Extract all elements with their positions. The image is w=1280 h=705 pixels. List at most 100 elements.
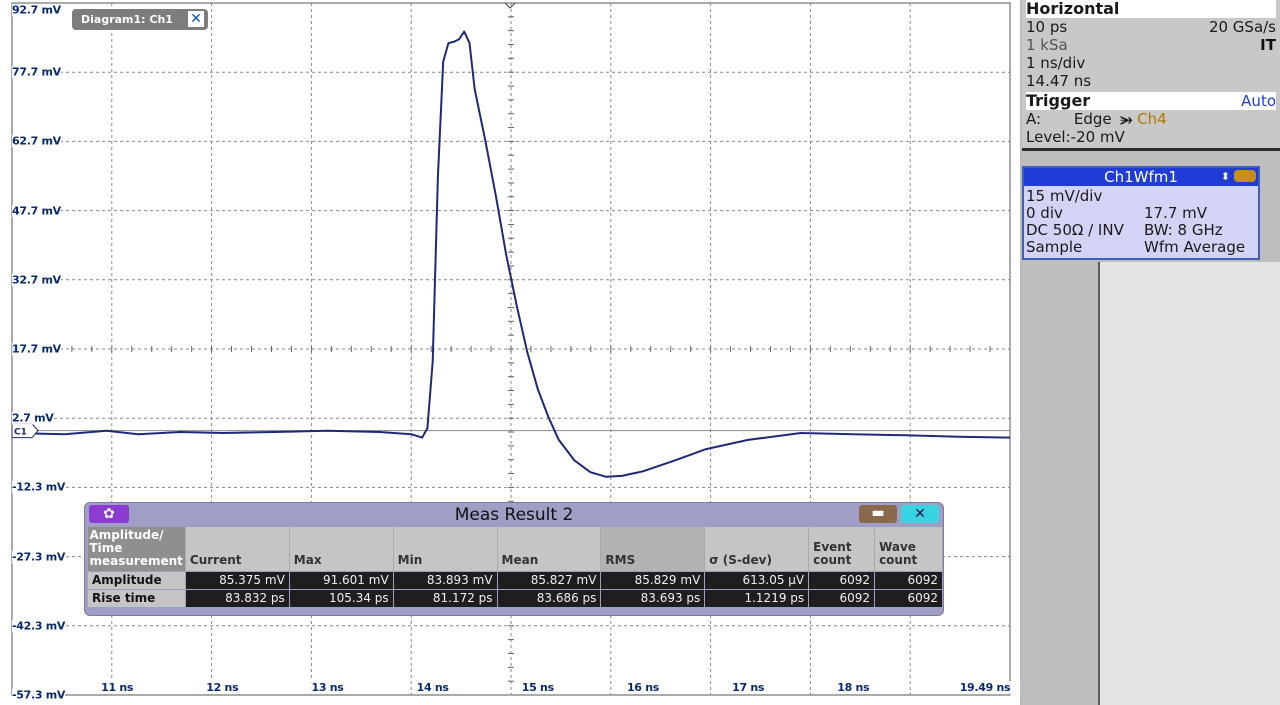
y-tick-label: -27.3 mV — [12, 550, 66, 564]
channel-scale: 15 mV/div — [1026, 187, 1103, 205]
meas-minimize-button[interactable]: ▬ — [859, 505, 897, 523]
trigger-type-row: A: Edge ⭃ Ch4 — [1026, 110, 1276, 128]
meas-cell: 6092 — [874, 588, 943, 608]
y-tick-label: 47.7 mV — [12, 204, 61, 218]
channel-offset: 17.7 mV — [1144, 204, 1208, 222]
x-tick-label: 11 ns — [101, 681, 134, 694]
meas-row-label: Amplitude — [87, 570, 186, 590]
meas-cell: 83.693 ps — [600, 588, 706, 608]
channel-ground-marker: C1 — [11, 423, 39, 439]
minimize-icon: ▬ — [871, 505, 885, 521]
x-tick-label: 16 ns — [626, 681, 659, 694]
meas-cell: 83.686 ps — [496, 588, 602, 608]
y-tick-label: -57.3 mV — [12, 688, 66, 702]
y-tick-label: -12.3 mV — [12, 480, 66, 494]
trigger-level-value: -20 mV — [1070, 128, 1125, 146]
meas-col-header: Mean — [497, 527, 602, 571]
record-length-value: 1 kSa — [1026, 36, 1068, 54]
panel-divider — [1098, 262, 1100, 705]
meas-cell: 85.827 mV — [496, 570, 602, 590]
diagram-tab-label: Diagram1: Ch1 — [81, 13, 173, 26]
trigger-level-row: Level:-20 mV — [1026, 128, 1276, 146]
horizontal-header: Horizontal — [1026, 0, 1276, 18]
y-tick-label: 62.7 mV — [12, 134, 61, 148]
meas-title: Meas Result 2 — [454, 505, 574, 525]
meas-titlebar[interactable]: ✿ Meas Result 2 ▬ ✕ — [85, 503, 943, 527]
channel-acq-row: Sample Wfm Average — [1026, 239, 1258, 256]
y-tick-label: 32.7 mV — [12, 273, 61, 287]
channel-coupling-row: DC 50Ω / INV BW: 8 GHz — [1026, 222, 1258, 239]
resolution-row: 10 ps 20 GSa/s — [1026, 18, 1276, 36]
x-tick-label: 13 ns — [311, 681, 344, 694]
y-tick-label: 77.7 mV — [12, 65, 61, 79]
meas-cell: 85.829 mV — [600, 570, 706, 590]
channel-arith-mode: Wfm Average — [1144, 238, 1246, 256]
meas-col-header: Min — [393, 527, 498, 571]
time-scale-row: 1 ns/div — [1026, 54, 1276, 72]
close-icon: ✕ — [914, 506, 926, 522]
meas-row-amplitude[interactable]: Amplitude 85.375 mV 91.601 mV 83.893 mV … — [87, 570, 943, 590]
trigger-position-marker — [504, 2, 516, 9]
meas-cell: 613.05 µV — [704, 570, 810, 590]
x-tick-label: 18 ns — [837, 681, 870, 694]
right-panel-lower — [1100, 262, 1280, 705]
meas-cell: 6092 — [808, 588, 876, 608]
meas-col-header: Wave count — [874, 527, 943, 571]
channel-bandwidth: BW: 8 GHz — [1144, 221, 1223, 239]
meas-cell: 85.375 mV — [184, 570, 290, 590]
meas-cell: 6092 — [808, 570, 876, 590]
resolution-value: 10 ps — [1026, 18, 1068, 36]
meas-close-button[interactable]: ✕ — [901, 505, 939, 523]
diagram-tab[interactable]: Diagram1: Ch1 ✕ — [72, 9, 208, 30]
trigger-header[interactable]: Trigger Auto — [1026, 92, 1276, 110]
channel-box[interactable]: Ch1Wfm1 ⬍ 15 mV/div 0 div 17.7 mV DC 50Ω… — [1022, 166, 1260, 260]
x-tick-label: 17 ns — [732, 681, 765, 694]
y-tick-label: 2.7 mV — [12, 411, 54, 425]
channel-position: 0 div — [1026, 204, 1063, 222]
meas-row-rise-time[interactable]: Rise time 83.832 ps 105.34 ps 81.172 ps … — [87, 588, 943, 608]
channel-coupling: DC 50Ω / INV — [1026, 221, 1124, 239]
channel-scale-row: 15 mV/div — [1026, 188, 1102, 205]
position-row: 14.47 ns — [1026, 72, 1276, 90]
trigger-title: Trigger — [1026, 91, 1091, 110]
sample-rate-value: 20 GSa/s — [1208, 18, 1276, 36]
y-tick-label: 92.7 mV — [12, 3, 61, 17]
measurement-result-panel[interactable]: ✿ Meas Result 2 ▬ ✕ Amplitude/ Time meas… — [84, 502, 944, 616]
meas-col-header: RMS — [600, 527, 706, 571]
x-tick-label: 14 ns — [416, 681, 449, 694]
trigger-source-value: Ch4 — [1137, 110, 1167, 128]
channel-header[interactable]: Ch1Wfm1 ⬍ — [1024, 168, 1258, 186]
meas-col-header: Amplitude/ Time measurement — [87, 527, 186, 571]
meas-col-header: σ (S-dev) — [704, 527, 810, 571]
record-length-row: 1 kSa IT — [1026, 36, 1276, 54]
y-tick-label: -42.3 mV — [12, 619, 66, 633]
meas-cell: 1.1219 ps — [704, 588, 810, 608]
meas-row-label: Rise time — [87, 588, 186, 608]
meas-header-row: Amplitude/ Time measurement Current Max … — [87, 527, 943, 571]
channel-menu-icon[interactable] — [1234, 170, 1256, 182]
meas-col-header: Current — [185, 527, 290, 571]
meas-cell: 6092 — [874, 570, 943, 590]
time-scale-value: 1 ns/div — [1026, 54, 1086, 72]
channel-position-row: 0 div 17.7 mV — [1026, 205, 1258, 222]
x-tick-label: 12 ns — [206, 681, 239, 694]
meas-cell: 83.893 mV — [392, 570, 498, 590]
channel-scroll-icon[interactable]: ⬍ — [1221, 168, 1230, 186]
x-tick-label: 15 ns — [521, 681, 554, 694]
waveform-trace — [11, 30, 1011, 478]
y-tick-label: 17.7 mV — [12, 342, 61, 356]
trigger-level-label: Level: — [1026, 128, 1071, 146]
trigger-mode-value[interactable]: Auto — [1241, 92, 1276, 110]
x-tick-label: 19.49 ns — [959, 681, 1011, 694]
meas-cell: 105.34 ps — [288, 588, 394, 608]
diagram-close-icon[interactable]: ✕ — [188, 11, 204, 27]
falling-edge-icon: ⭃ — [1120, 110, 1133, 128]
channel-ground-marker-label: C1 — [14, 428, 27, 438]
meas-col-header: Event count — [808, 527, 876, 571]
horizontal-setup-box[interactable]: Horizontal 10 ps 20 GSa/s 1 kSa IT 1 ns/… — [1022, 0, 1280, 151]
meas-result-table: Amplitude/ Time measurement Current Max … — [87, 527, 943, 608]
channel-name: Ch1Wfm1 — [1104, 168, 1178, 186]
trigger-type-value: Edge — [1073, 110, 1112, 128]
meas-cell: 91.601 mV — [288, 570, 394, 590]
horizontal-position-value: 14.47 ns — [1026, 72, 1092, 90]
